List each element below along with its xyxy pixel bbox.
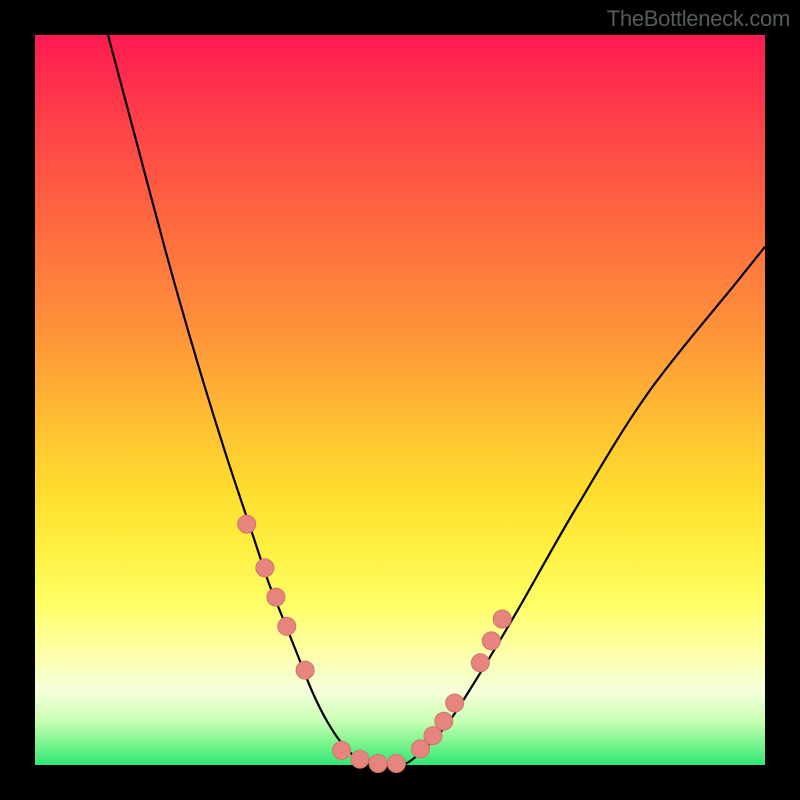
- plot-area: [35, 35, 765, 765]
- data-marker: [435, 712, 453, 730]
- data-markers: [238, 515, 512, 772]
- data-marker: [482, 632, 500, 650]
- bottleneck-curve: [108, 35, 765, 766]
- attribution-label: TheBottleneck.com: [607, 6, 790, 32]
- data-marker: [351, 750, 369, 768]
- data-marker: [471, 654, 489, 672]
- chart-svg: [35, 35, 765, 765]
- data-marker: [238, 515, 256, 533]
- data-marker: [333, 741, 351, 759]
- data-marker: [387, 755, 405, 773]
- data-marker: [493, 610, 511, 628]
- data-marker: [369, 755, 387, 773]
- data-marker: [296, 661, 314, 679]
- chart-frame: TheBottleneck.com: [0, 0, 800, 800]
- data-marker: [256, 559, 274, 577]
- data-marker: [267, 588, 285, 606]
- data-marker: [278, 617, 296, 635]
- data-marker: [446, 694, 464, 712]
